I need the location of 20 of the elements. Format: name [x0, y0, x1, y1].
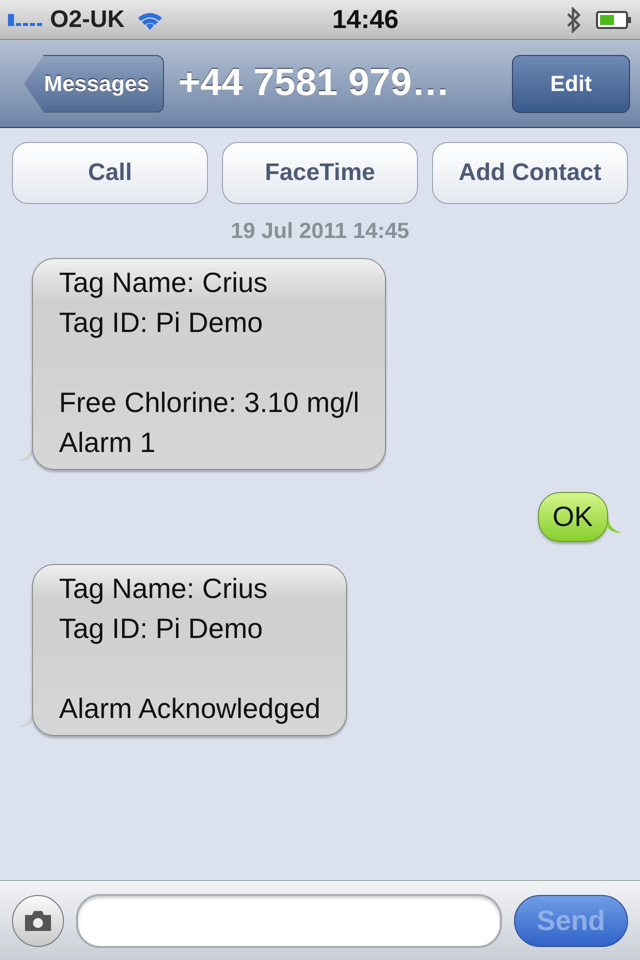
received-message: Tag Name: Crius Tag ID: Pi Demo Free Chlorine: 3.10 mg/l Alarm 1 [32, 258, 386, 470]
message-input-field[interactable] [76, 894, 502, 948]
back-button[interactable]: Messages [24, 54, 164, 112]
camera-icon [23, 908, 53, 932]
contact-number: +44 7581 979… [178, 62, 451, 105]
bubble-tail [608, 518, 622, 534]
message-timestamp: 19 Jul 2011 14:45 [230, 218, 410, 244]
action-button[interactable]: FaceTime [222, 142, 418, 204]
received-message: Tag Name: Crius Tag ID: Pi Demo Alarm Acknowledged [32, 564, 348, 736]
battery-icon [596, 10, 632, 28]
carrier-name: O2-UK [50, 6, 125, 34]
action-button[interactable]: Add Contact [432, 142, 628, 204]
camera-button[interactable] [12, 894, 64, 946]
clock-time: 14:46 [331, 4, 400, 35]
edit-button[interactable]: Edit [512, 54, 630, 112]
action-button[interactable]: Call [12, 142, 208, 204]
bubble-tail [18, 446, 32, 462]
bubble-tail [18, 712, 32, 728]
sent-message: OK [538, 492, 608, 542]
bluetooth-icon [566, 6, 582, 32]
